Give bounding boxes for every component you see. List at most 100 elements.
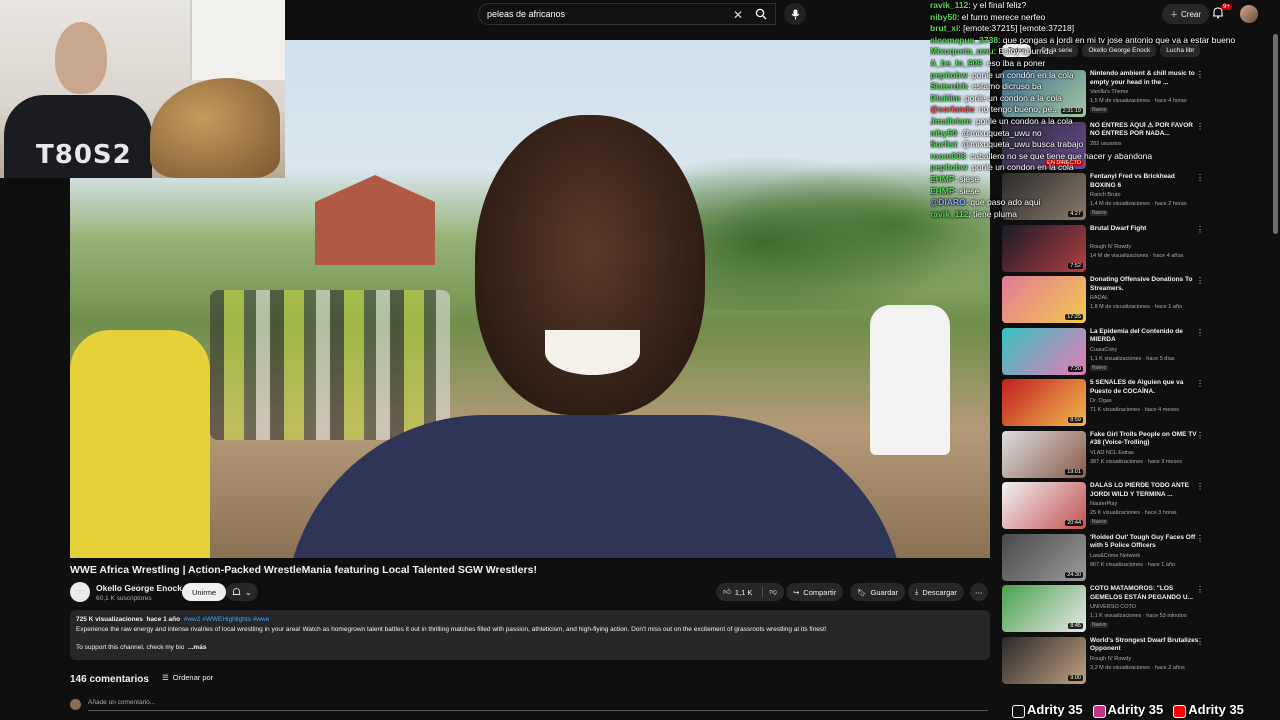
streamer-social-overlay: Adrity 35 Adrity 35 Adrity 35	[1012, 700, 1280, 720]
recommended-title[interactable]: World's Strongest Dwarf Brutalizes Oppon…	[1090, 637, 1202, 654]
video-duration: 17:25	[1065, 314, 1083, 320]
channel-name[interactable]: Okello George Enock	[96, 583, 182, 593]
chat-message: niby50: @mixuqueta_uwu no	[930, 128, 1280, 140]
recommended-channel[interactable]: CuaiaCoby	[1090, 347, 1117, 353]
recommended-video[interactable]: 8:59 5 SEÑALES de Alguien que va Puesto d…	[1002, 379, 1212, 429]
like-button[interactable]: 👍︎ 1,1 K 👎︎	[716, 583, 784, 601]
video-title: WWE Africa Wrestling | Action-Packed Wre…	[70, 564, 537, 576]
recommended-channel[interactable]: VLAD NCL Extras	[1090, 450, 1134, 456]
new-badge: Nuevo	[1090, 519, 1109, 525]
recommended-title[interactable]: 'Roided Out' Tough Guy Faces Off with 5 …	[1090, 534, 1202, 551]
more-vert-icon[interactable]: ⋮	[1196, 276, 1204, 285]
recommended-video[interactable]: 19:01 Fake Girl Trolls People on OME TV #…	[1002, 430, 1212, 481]
recommended-video[interactable]: 17:25 Donating Offensive Donations To Str…	[1002, 276, 1212, 326]
video-thumbnail[interactable]: 9:00	[1002, 636, 1086, 684]
search-box[interactable]: ✕	[478, 3, 776, 25]
chat-message: @sorlando: no tengo bueno, pe...	[930, 104, 1280, 116]
recommended-video[interactable]: 24:30 'Roided Out' Tough Guy Faces Off wi…	[1002, 533, 1212, 584]
chat-text: : no tengo bueno, pe...	[974, 104, 1060, 115]
sort-label: Ordenar por	[172, 673, 214, 682]
hashtags[interactable]: #ww2 #WWEHighlights #wwe	[184, 616, 270, 623]
recommended-channel[interactable]: RADAL	[1090, 295, 1108, 301]
share-button[interactable]: ↪ Compartir	[786, 583, 844, 601]
video-thumbnail[interactable]: 19:01	[1002, 430, 1086, 478]
thumbs-down-icon[interactable]: 👎︎	[762, 587, 777, 597]
channel-avatar[interactable]	[70, 582, 90, 602]
recommended-title[interactable]: COTO MATAMOROS: "LOS GEMELOS ESTÁN PEGAN…	[1090, 585, 1202, 602]
voice-search-button[interactable]	[784, 3, 806, 25]
chat-message: Mixuqueta_uwu: Estoy aburrida	[930, 46, 1280, 58]
chat-username: A_be_lo_909	[930, 57, 982, 68]
more-vert-icon[interactable]: ⋮	[1196, 585, 1204, 594]
recommended-video[interactable]: 7:20 La Epidemia del Contenido de MIERDA C…	[1002, 327, 1212, 378]
comments-count: 146 comentarios	[70, 674, 149, 685]
chat-message: niby50: el furro merece nerfeo	[930, 12, 1280, 24]
save-button[interactable]: 🔖︎ Guardar	[850, 583, 906, 601]
recommended-video[interactable]: 8:45 COTO MATAMOROS: "LOS GEMELOS ESTÁN P…	[1002, 585, 1212, 635]
description-box[interactable]: 725 K visualizaciones hace 1 año #ww2 #W…	[70, 610, 990, 660]
recommended-meta: 867 K visualizaciones · hace 1 año	[1090, 561, 1175, 568]
chat-message: room008: caballero no se que tiene que h…	[930, 151, 1280, 163]
chat-message: brut_xi: [emote:37215] [emote:37218]	[930, 23, 1280, 35]
new-badge: Nuevo	[1090, 364, 1109, 371]
video-duration: 19:01	[1065, 468, 1083, 475]
add-comment-input[interactable]: Añade un comentario...	[88, 699, 988, 711]
video-thumbnail[interactable]: 8:45	[1002, 585, 1086, 632]
view-count: 725 K visualizaciones	[76, 616, 143, 623]
like-count: 1,1 K	[734, 587, 753, 597]
chat-username: pepitobw	[930, 69, 968, 80]
social-handle: Adrity 35	[1173, 702, 1244, 718]
sort-comments-button[interactable]: ☰ Ordenar por	[162, 673, 213, 682]
clear-search-icon[interactable]: ✕	[733, 8, 743, 22]
recommended-channel[interactable]: UNIVERSO COTO	[1090, 604, 1136, 610]
chat-username: niby50	[930, 127, 957, 138]
recommended-channel[interactable]: Dr. Ogas	[1090, 398, 1112, 404]
video-duration: 24:30	[1065, 571, 1083, 578]
webcam-kitchen-cabinet	[190, 0, 285, 80]
recommended-title[interactable]: DALAS LO PIERDE TODO ANTE JORDI WILD Y T…	[1090, 482, 1202, 499]
video-thumbnail[interactable]: 24:30	[1002, 533, 1086, 581]
subscription-bell-button[interactable]: ⌄	[226, 583, 258, 601]
chat-username: EHMP	[930, 185, 955, 196]
chat-text: : [emote:37215] [emote:37218]	[958, 23, 1075, 34]
chat-username: Mixuqueta_uwu	[930, 46, 994, 57]
more-vert-icon[interactable]: ⋮	[1196, 482, 1204, 491]
more-vert-icon[interactable]: ⋮	[1196, 534, 1204, 543]
join-button[interactable]: Unirme	[182, 583, 227, 601]
chat-username: Jmallelam	[930, 115, 972, 126]
recommended-channel[interactable]: Law&Crime Network	[1090, 553, 1140, 559]
recommended-title[interactable]: La Epidemia del Contenido de MIERDA	[1090, 328, 1202, 345]
more-vert-icon[interactable]: ⋮	[1196, 328, 1204, 337]
more-actions-button[interactable]: ⋯	[970, 583, 988, 601]
video-duration: 9:00	[1068, 674, 1083, 681]
video-thumbnail[interactable]: 20:44	[1002, 482, 1086, 529]
download-button[interactable]: ⤓ Descargar	[908, 583, 964, 601]
description-footer: To support this channel, check my bio ..…	[76, 643, 984, 653]
recommended-channel[interactable]: Rough N' Rowdy	[1090, 656, 1131, 662]
video-background-crowd	[210, 290, 450, 440]
recommended-meta: 25 K visualizaciones · hace 3 horas	[1090, 510, 1177, 516]
bell-icon	[232, 588, 241, 595]
recommended-channel[interactable]: NauterPlay	[1090, 501, 1117, 507]
recommended-meta: 1,8 M de visualizaciones · hace 1 año	[1090, 304, 1183, 310]
show-more-link[interactable]: ...más	[188, 644, 206, 651]
chat-username: room008	[930, 150, 966, 161]
recommended-title[interactable]: 5 SEÑALES de Alguien que va Puesto de CO…	[1090, 379, 1202, 396]
more-vert-icon[interactable]: ⋮	[1196, 431, 1204, 440]
more-horizontal-icon: ⋯	[975, 587, 983, 597]
video-thumbnail[interactable]: 17:25	[1002, 276, 1086, 323]
more-vert-icon[interactable]: ⋮	[1196, 637, 1204, 646]
video-duration: 8:59	[1068, 417, 1083, 423]
chat-message: Slaterdrh: estamo dicruso ba	[930, 81, 1280, 93]
more-vert-icon[interactable]: ⋮	[1196, 379, 1204, 388]
recommended-video[interactable]: 20:44 DALAS LO PIERDE TODO ANTE JORDI WIL…	[1002, 482, 1212, 532]
recommended-title[interactable]: Donating Offensive Donations To Streamer…	[1090, 276, 1202, 293]
search-button[interactable]	[746, 3, 776, 25]
search-input[interactable]	[487, 9, 727, 19]
video-thumbnail[interactable]: 7:20	[1002, 327, 1086, 375]
social-handle-text: Adrity 35	[1188, 702, 1244, 718]
recommended-title[interactable]: Fake Girl Trolls People on OME TV #38 (V…	[1090, 431, 1202, 448]
video-thumbnail[interactable]: 8:59	[1002, 379, 1086, 426]
recommended-video[interactable]: 9:00 World's Strongest Dwarf Brutalizes O…	[1002, 636, 1212, 687]
user-avatar	[70, 699, 81, 710]
